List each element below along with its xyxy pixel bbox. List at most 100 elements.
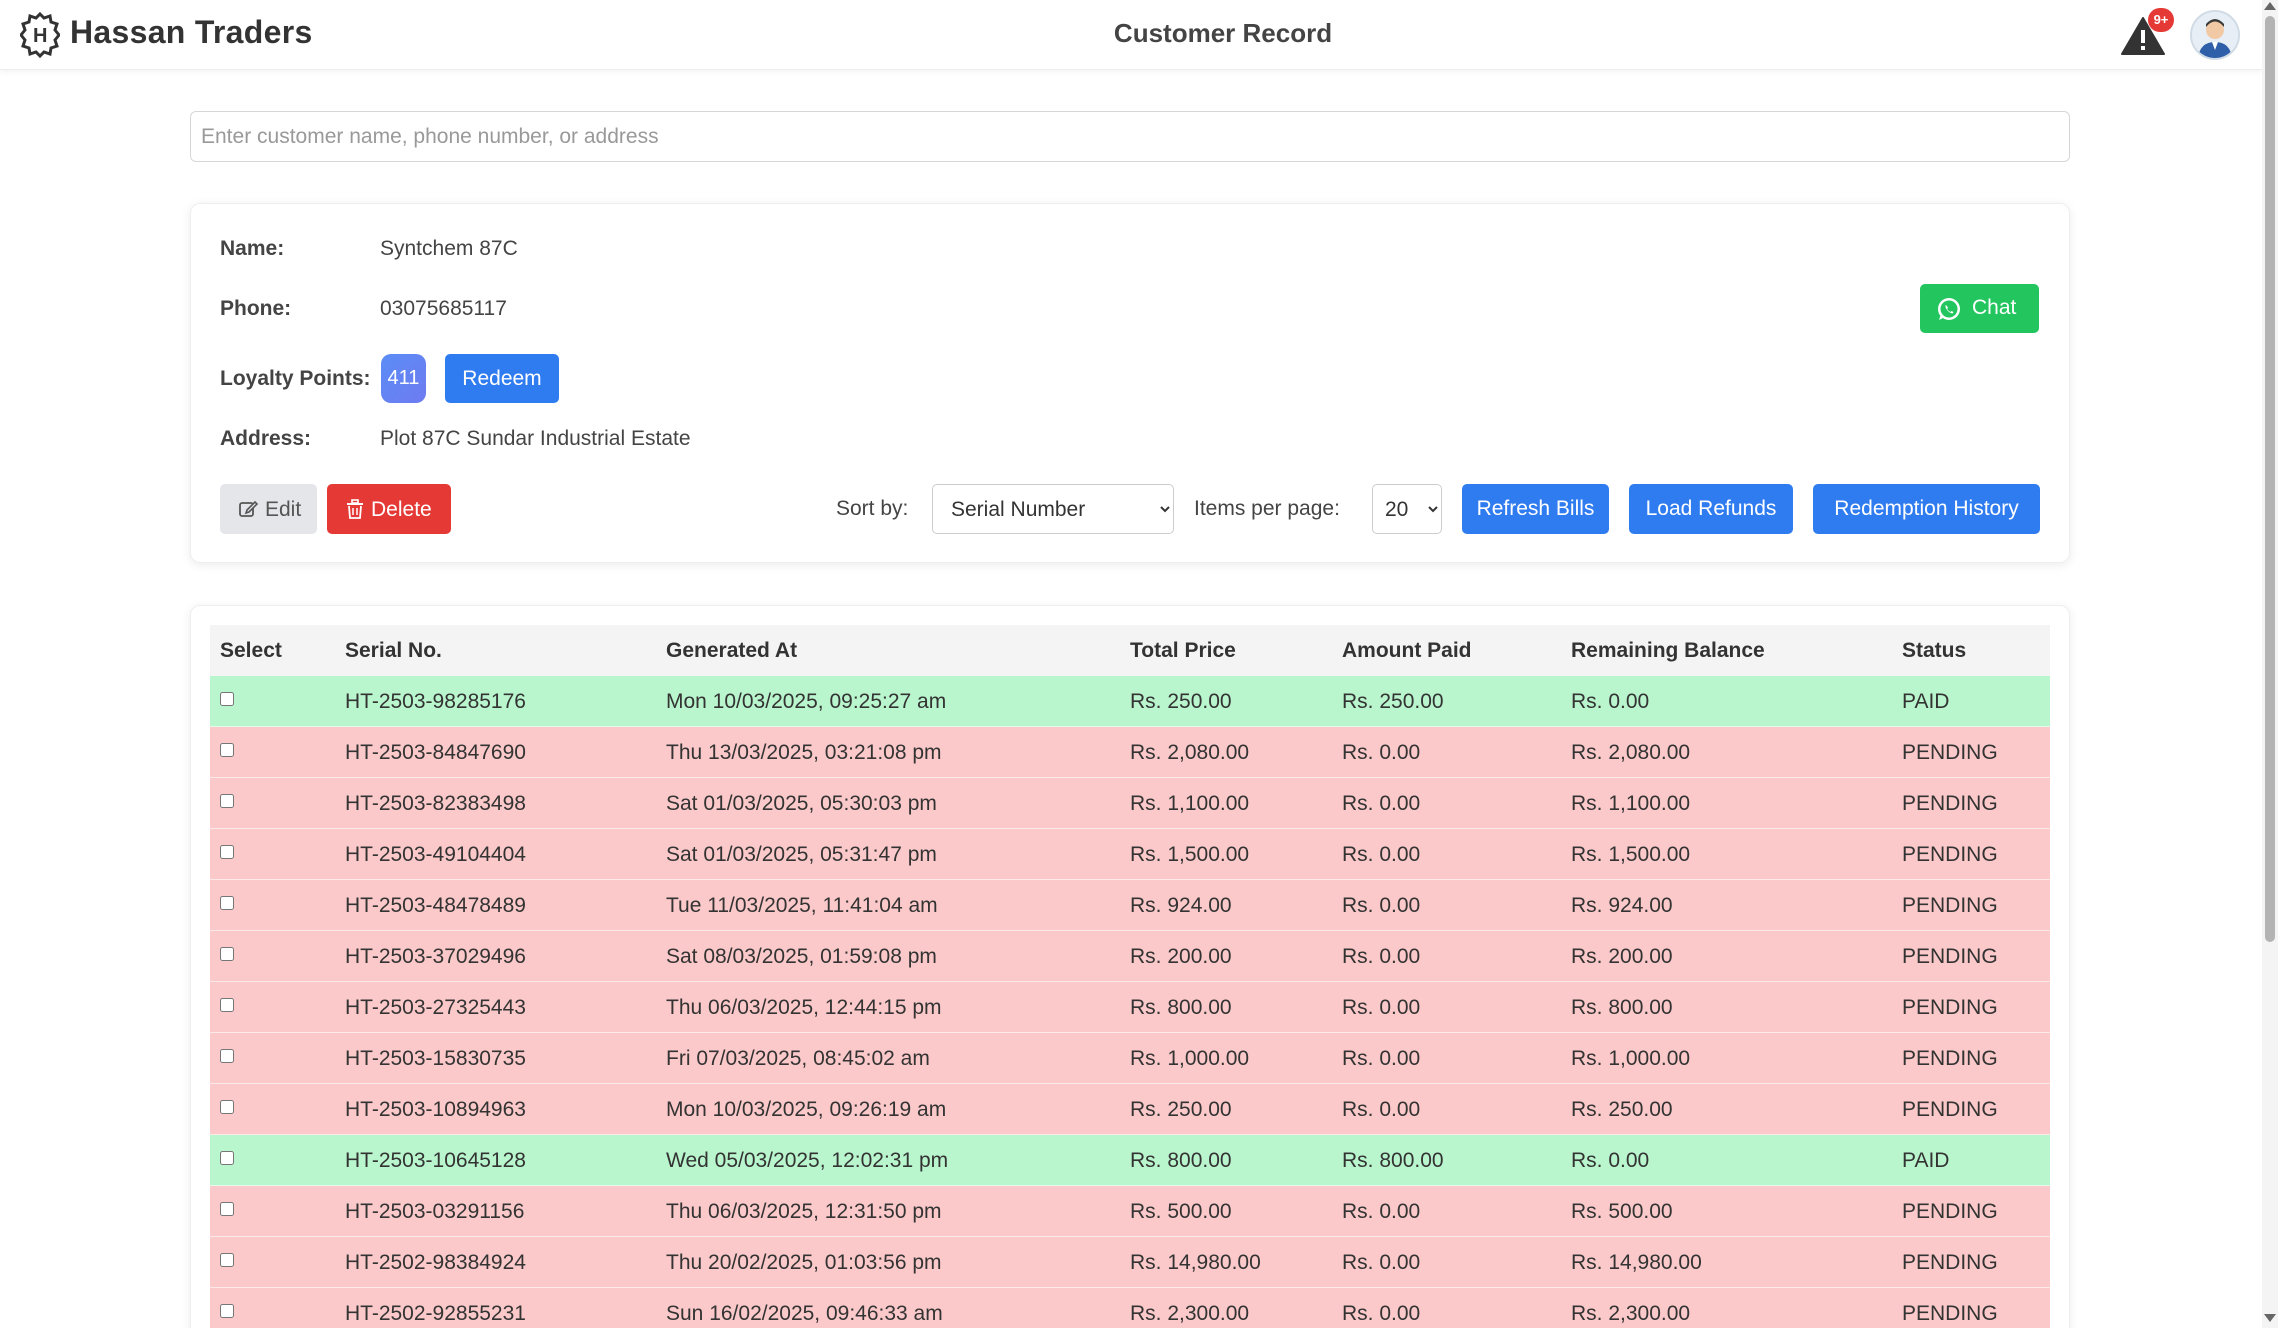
load-refunds-button[interactable]: Load Refunds xyxy=(1629,484,1793,534)
user-avatar-icon xyxy=(2198,19,2232,58)
row-select-checkbox[interactable] xyxy=(220,794,234,808)
cell-total: Rs. 200.00 xyxy=(1130,945,1232,968)
cell-serial: HT-2503-15830735 xyxy=(345,1047,526,1070)
customer-phone: 03075685117 xyxy=(380,297,507,320)
customer-search-input[interactable] xyxy=(190,111,2070,162)
cell-status: PENDING xyxy=(1902,945,1998,968)
items-per-page-label: Items per page: xyxy=(1194,497,1340,520)
row-select-checkbox[interactable] xyxy=(220,692,234,706)
scrollbar-thumb[interactable] xyxy=(2265,16,2275,942)
cell-total: Rs. 924.00 xyxy=(1130,894,1232,917)
cell-paid: Rs. 0.00 xyxy=(1342,945,1421,968)
table-row[interactable]: HT-2503-98285176 Mon 10/03/2025, 09:25:27… xyxy=(210,676,2050,727)
header-total[interactable]: Total Price xyxy=(1130,639,1236,663)
cell-total: Rs. 250.00 xyxy=(1130,690,1232,713)
chat-button-label: Chat xyxy=(1972,296,2017,319)
customer-name: Syntchem 87C xyxy=(380,237,518,260)
header-status[interactable]: Status xyxy=(1902,639,1966,663)
table-row[interactable]: HT-2502-92855231 Sun 16/02/2025, 09:46:33… xyxy=(210,1288,2050,1328)
cell-paid: Rs. 0.00 xyxy=(1342,792,1421,815)
cell-total: Rs. 500.00 xyxy=(1130,1200,1232,1223)
cell-generated: Thu 06/03/2025, 12:31:50 pm xyxy=(666,1200,942,1223)
row-select-checkbox[interactable] xyxy=(220,1253,234,1267)
table-row[interactable]: HT-2503-27325443 Thu 06/03/2025, 12:44:15… xyxy=(210,982,2050,1033)
cell-paid: Rs. 0.00 xyxy=(1342,1200,1421,1223)
svg-text:H: H xyxy=(33,25,47,47)
row-select-checkbox[interactable] xyxy=(220,845,234,859)
cell-remaining: Rs. 0.00 xyxy=(1571,690,1650,713)
cell-serial: HT-2502-92855231 xyxy=(345,1302,526,1325)
table-row[interactable]: HT-2503-10645128 Wed 05/03/2025, 12:02:31… xyxy=(210,1135,2050,1186)
cell-total: Rs. 2,080.00 xyxy=(1130,741,1250,764)
scroll-up-arrow[interactable] xyxy=(2264,2,2276,10)
cell-remaining: Rs. 200.00 xyxy=(1571,945,1673,968)
row-select-checkbox[interactable] xyxy=(220,1304,234,1318)
redemption-history-button[interactable]: Redemption History xyxy=(1813,484,2040,534)
refresh-bills-button[interactable]: Refresh Bills xyxy=(1462,484,1609,534)
cell-status: PENDING xyxy=(1902,1098,1998,1121)
cell-total: Rs. 1,000.00 xyxy=(1130,1047,1250,1070)
items-per-page-select[interactable]: 20 xyxy=(1372,484,1442,534)
brand-name: Hassan Traders xyxy=(70,14,313,50)
notification-badge: 9+ xyxy=(2148,8,2174,32)
table-row[interactable]: HT-2503-03291156 Thu 06/03/2025, 12:31:50… xyxy=(210,1186,2050,1237)
header-generated[interactable]: Generated At xyxy=(666,639,797,663)
cell-remaining: Rs. 1,500.00 xyxy=(1571,843,1691,866)
cell-remaining: Rs. 0.00 xyxy=(1571,1149,1650,1172)
redeem-button[interactable]: Redeem xyxy=(445,354,559,403)
cell-generated: Sun 16/02/2025, 09:46:33 am xyxy=(666,1302,943,1325)
cell-remaining: Rs. 14,980.00 xyxy=(1571,1251,1702,1274)
cell-status: PENDING xyxy=(1902,1047,1998,1070)
cell-total: Rs. 2,300.00 xyxy=(1130,1302,1250,1325)
row-select-checkbox[interactable] xyxy=(220,1100,234,1114)
cell-paid: Rs. 250.00 xyxy=(1342,690,1444,713)
whatsapp-icon xyxy=(1938,298,1960,320)
row-select-checkbox[interactable] xyxy=(220,743,234,757)
header-serial[interactable]: Serial No. xyxy=(345,639,442,663)
cell-paid: Rs. 0.00 xyxy=(1342,1251,1421,1274)
table-row[interactable]: HT-2503-37029496 Sat 08/03/2025, 01:59:08… xyxy=(210,931,2050,982)
header-remaining[interactable]: Remaining Balance xyxy=(1571,639,1765,663)
row-select-checkbox[interactable] xyxy=(220,1202,234,1216)
customer-address: Plot 87C Sundar Industrial Estate xyxy=(380,427,691,450)
header-paid[interactable]: Amount Paid xyxy=(1342,639,1472,663)
cell-remaining: Rs. 1,000.00 xyxy=(1571,1047,1691,1070)
table-row[interactable]: HT-2503-84847690 Thu 13/03/2025, 03:21:08… xyxy=(210,727,2050,778)
table-row[interactable]: HT-2503-48478489 Tue 11/03/2025, 11:41:04… xyxy=(210,880,2050,931)
cell-serial: HT-2503-82383498 xyxy=(345,792,526,815)
sort-by-select[interactable]: Serial Number xyxy=(932,484,1174,534)
cell-serial: HT-2502-98384924 xyxy=(345,1251,526,1274)
table-row[interactable]: HT-2502-98384924 Thu 20/02/2025, 01:03:56… xyxy=(210,1237,2050,1288)
edit-button[interactable]: Edit xyxy=(220,484,317,534)
cell-paid: Rs. 0.00 xyxy=(1342,843,1421,866)
row-select-checkbox[interactable] xyxy=(220,1049,234,1063)
cell-paid: Rs. 0.00 xyxy=(1342,894,1421,917)
row-select-checkbox[interactable] xyxy=(220,947,234,961)
scroll-down-arrow[interactable] xyxy=(2264,1314,2276,1322)
table-row[interactable]: HT-2503-15830735 Fri 07/03/2025, 08:45:02… xyxy=(210,1033,2050,1084)
loyalty-label: Loyalty Points: xyxy=(220,367,371,390)
cell-generated: Sat 01/03/2025, 05:31:47 pm xyxy=(666,843,937,866)
row-select-checkbox[interactable] xyxy=(220,896,234,910)
logo-icon[interactable]: H xyxy=(20,10,60,60)
cell-paid: Rs. 800.00 xyxy=(1342,1149,1444,1172)
cell-remaining: Rs. 250.00 xyxy=(1571,1098,1673,1121)
cell-paid: Rs. 0.00 xyxy=(1342,741,1421,764)
row-select-checkbox[interactable] xyxy=(220,998,234,1012)
table-row[interactable]: HT-2503-49104404 Sat 01/03/2025, 05:31:47… xyxy=(210,829,2050,880)
name-label: Name: xyxy=(220,237,285,260)
user-avatar[interactable] xyxy=(2190,10,2240,60)
chat-button[interactable]: Chat xyxy=(1920,284,2039,333)
cell-generated: Sat 01/03/2025, 05:30:03 pm xyxy=(666,792,937,815)
cell-generated: Mon 10/03/2025, 09:25:27 am xyxy=(666,690,947,713)
table-row[interactable]: HT-2503-82383498 Sat 01/03/2025, 05:30:03… xyxy=(210,778,2050,829)
cell-paid: Rs. 0.00 xyxy=(1342,1098,1421,1121)
row-select-checkbox[interactable] xyxy=(220,1151,234,1165)
cell-total: Rs. 800.00 xyxy=(1130,996,1232,1019)
delete-button[interactable]: Delete xyxy=(327,484,451,534)
cell-total: Rs. 1,100.00 xyxy=(1130,792,1250,815)
cell-remaining: Rs. 1,100.00 xyxy=(1571,792,1691,815)
table-row[interactable]: HT-2503-10894963 Mon 10/03/2025, 09:26:19… xyxy=(210,1084,2050,1135)
cell-status: PENDING xyxy=(1902,1251,1998,1274)
cell-serial: HT-2503-37029496 xyxy=(345,945,526,968)
